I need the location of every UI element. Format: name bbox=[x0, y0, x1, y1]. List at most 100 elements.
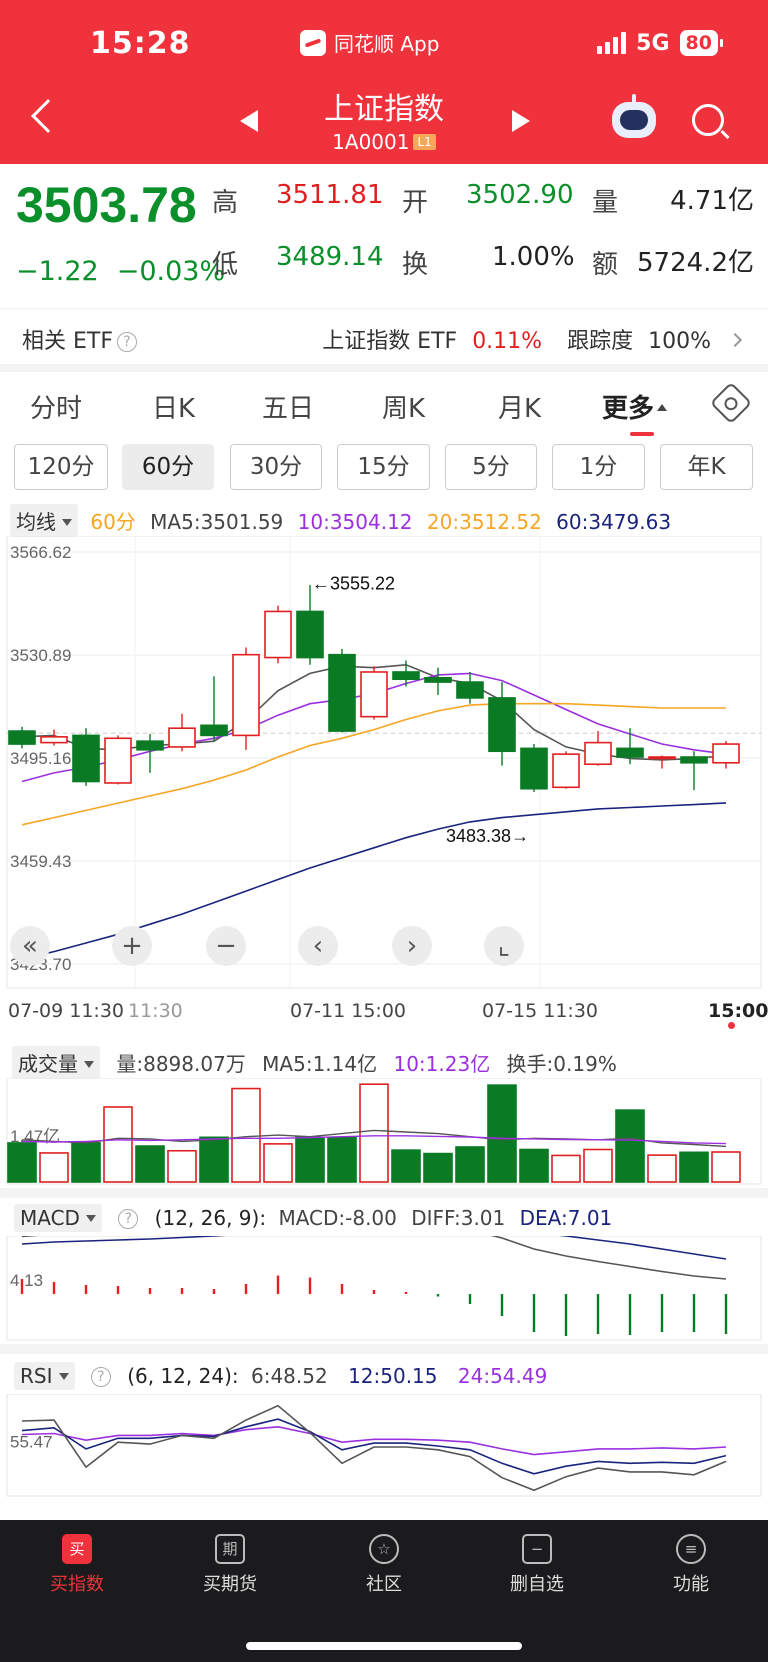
rsi6-value: 6:48.52 bbox=[250, 1364, 328, 1388]
related-etf-label: 相关 ETF bbox=[22, 329, 113, 354]
volume-bar bbox=[487, 1084, 517, 1183]
nav-buy-futures[interactable]: 期买期货 bbox=[175, 1534, 285, 1596]
ma-period: 60分 bbox=[90, 510, 136, 534]
robot-assistant-icon[interactable] bbox=[612, 94, 656, 138]
period-15min[interactable]: 15分 bbox=[337, 444, 430, 490]
track-value: 100% bbox=[648, 329, 711, 354]
bottom-nav: 买买指数 期买期货 ☆ 社区 − 删自选 ≡ 功能 bbox=[0, 1520, 768, 1662]
period-60min[interactable]: 60分 bbox=[122, 444, 214, 490]
volume-bar bbox=[103, 1106, 133, 1183]
ma20-value: 20:3512.52 bbox=[426, 510, 542, 534]
period-5min[interactable]: 5分 bbox=[445, 444, 537, 490]
volume-ma5: MA5:1.14亿 bbox=[262, 1052, 378, 1076]
candle-body bbox=[488, 697, 516, 753]
candlestick-chart[interactable]: 3566.623530.893495.163459.433423.70←3555… bbox=[0, 536, 768, 992]
ma5-value: MA5:3501.59 bbox=[150, 510, 284, 534]
help-icon[interactable]: ? bbox=[118, 1209, 139, 1229]
zoom-in-icon[interactable]: + bbox=[112, 926, 152, 966]
macd-chart[interactable]: 4.13 bbox=[0, 1236, 768, 1342]
volume-value: 4.71亿 bbox=[670, 186, 754, 216]
rsi-dropdown-label: RSI bbox=[20, 1364, 53, 1388]
ma60-value: 60:3479.63 bbox=[556, 510, 672, 534]
chevron-right-icon bbox=[727, 332, 743, 348]
macd-value: MACD:-8.00 bbox=[278, 1206, 397, 1230]
volume-bar bbox=[647, 1154, 677, 1183]
top-bar: 15:28 同花顺 App 5G 80 上证指数 1A0001 L1 bbox=[0, 0, 768, 164]
rsi-chart[interactable]: 55.47 bbox=[0, 1394, 768, 1498]
volume-bar bbox=[231, 1087, 261, 1183]
etf-name: 上证指数 ETF bbox=[322, 329, 458, 354]
macd-dropdown[interactable]: MACD bbox=[14, 1204, 102, 1232]
signal-icon bbox=[597, 32, 627, 54]
nav-buy-futures-label: 买期货 bbox=[203, 1574, 257, 1595]
search-icon[interactable] bbox=[692, 104, 724, 136]
volume-chart[interactable]: 1.47亿 bbox=[0, 1078, 768, 1186]
period-30min[interactable]: 30分 bbox=[230, 444, 322, 490]
divider bbox=[0, 364, 768, 372]
x-tick: 07-15 11:30 bbox=[482, 1000, 599, 1022]
next-stock-icon[interactable] bbox=[512, 110, 530, 132]
indicator-dropdown-label: 均线 bbox=[16, 510, 56, 534]
nav-buy-index-label: 买指数 bbox=[50, 1574, 104, 1595]
scroll-left-icon[interactable]: ‹ bbox=[298, 926, 338, 966]
candle-body bbox=[232, 653, 260, 737]
y-tick: 55.47 bbox=[10, 1432, 53, 1451]
candle-body bbox=[424, 676, 452, 683]
volume-bar bbox=[327, 1136, 357, 1183]
scroll-right-icon[interactable]: › bbox=[392, 926, 432, 966]
candle-body bbox=[456, 681, 484, 699]
rsi-dropdown[interactable]: RSI bbox=[14, 1362, 75, 1390]
nav-community-label: 社区 bbox=[366, 1574, 402, 1595]
related-etf-row[interactable]: 相关 ETF? 上证指数 ETF 0.11% 跟踪度 100% bbox=[0, 308, 768, 364]
period-120min[interactable]: 120分 bbox=[14, 444, 108, 490]
amount-value: 5724.2亿 bbox=[637, 248, 754, 278]
tab-intraday[interactable]: 分时 bbox=[30, 388, 82, 425]
volume-bar bbox=[423, 1152, 453, 1183]
y-tick: 3566.62 bbox=[10, 543, 71, 562]
tab-monthly-k[interactable]: 月K bbox=[498, 388, 541, 425]
zoom-out-icon[interactable]: − bbox=[206, 926, 246, 966]
tab-weekly-k[interactable]: 周K bbox=[382, 388, 425, 425]
period-1min[interactable]: 1分 bbox=[552, 444, 645, 490]
chevron-down-icon bbox=[85, 1215, 96, 1222]
candle-body bbox=[40, 736, 68, 744]
candle-body bbox=[648, 756, 676, 760]
indicator-dropdown[interactable]: 均线 bbox=[10, 504, 78, 537]
nav-community[interactable]: ☆ 社区 bbox=[329, 1534, 439, 1596]
tab-five-day[interactable]: 五日 bbox=[262, 388, 314, 425]
period-year-k[interactable]: 年K bbox=[660, 444, 753, 490]
volume-dropdown[interactable]: 成交量 bbox=[12, 1046, 100, 1079]
rewind-icon[interactable]: « bbox=[10, 926, 50, 966]
help-icon[interactable]: ? bbox=[90, 1367, 111, 1387]
buy-icon: 买 bbox=[62, 1534, 92, 1564]
chevron-down-icon bbox=[84, 1061, 94, 1068]
settings-icon[interactable] bbox=[709, 381, 753, 425]
fullscreen-icon[interactable]: ⌞ bbox=[484, 926, 524, 966]
tab-daily-k[interactable]: 日K bbox=[152, 388, 195, 425]
volume-bar bbox=[295, 1136, 325, 1183]
nav-functions[interactable]: ≡ 功能 bbox=[636, 1534, 746, 1596]
volume-label: 量 bbox=[592, 188, 619, 218]
macd-dropdown-label: MACD bbox=[20, 1206, 80, 1230]
amount-label: 额 bbox=[592, 250, 619, 280]
status-app: 同花顺 App bbox=[300, 28, 439, 57]
chart-toolbar: « + − ‹ › ⌞ bbox=[10, 926, 550, 970]
volume-bar bbox=[71, 1141, 101, 1183]
level-badge: L1 bbox=[413, 134, 436, 150]
volume-text: 量:8898.07万 bbox=[116, 1052, 246, 1076]
dea-value: DEA:7.01 bbox=[519, 1206, 613, 1230]
candle-body bbox=[72, 734, 100, 783]
candle-body bbox=[328, 653, 356, 732]
candle-body bbox=[616, 747, 644, 758]
etf-info[interactable]: 上证指数 ETF 0.11% 跟踪度 100% bbox=[322, 323, 743, 355]
nav-buy-index[interactable]: 买买指数 bbox=[22, 1534, 132, 1596]
volume-bar bbox=[7, 1142, 37, 1183]
candle-body bbox=[520, 747, 548, 790]
x-tick: 07-09 11:30 bbox=[8, 1000, 125, 1022]
nav-remove-watchlist[interactable]: − 删自选 bbox=[482, 1534, 592, 1596]
volume-bar bbox=[711, 1151, 741, 1183]
y-tick: 3530.89 bbox=[10, 646, 71, 665]
candle-body bbox=[392, 671, 420, 680]
help-icon[interactable]: ? bbox=[117, 332, 137, 352]
tab-more[interactable]: 更多 bbox=[602, 388, 668, 436]
